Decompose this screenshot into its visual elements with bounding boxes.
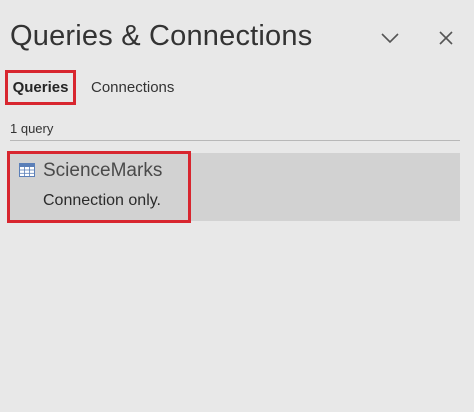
collapse-pane-button[interactable] <box>376 24 404 52</box>
tab-queries-label: Queries <box>12 79 69 96</box>
query-count: 1 query <box>10 121 54 136</box>
query-status: Connection only. <box>43 192 161 209</box>
chevron-down-icon <box>381 33 399 44</box>
tab-connections[interactable]: Connections <box>91 71 174 103</box>
close-icon <box>439 31 453 45</box>
tab-connections-label: Connections <box>91 78 175 96</box>
pane-tabs: Queries Connections <box>5 70 465 105</box>
query-item-sciencemarks[interactable]: ScienceMarks Connection only. <box>8 153 460 221</box>
queries-connections-pane: Queries & Connections Queries Connection… <box>0 0 474 412</box>
table-icon <box>19 163 35 177</box>
divider <box>10 140 460 141</box>
close-pane-button[interactable] <box>432 24 460 52</box>
tab-queries[interactable]: Queries <box>5 70 76 105</box>
query-name: ScienceMarks <box>43 160 163 181</box>
pane-title: Queries & Connections <box>10 20 313 52</box>
